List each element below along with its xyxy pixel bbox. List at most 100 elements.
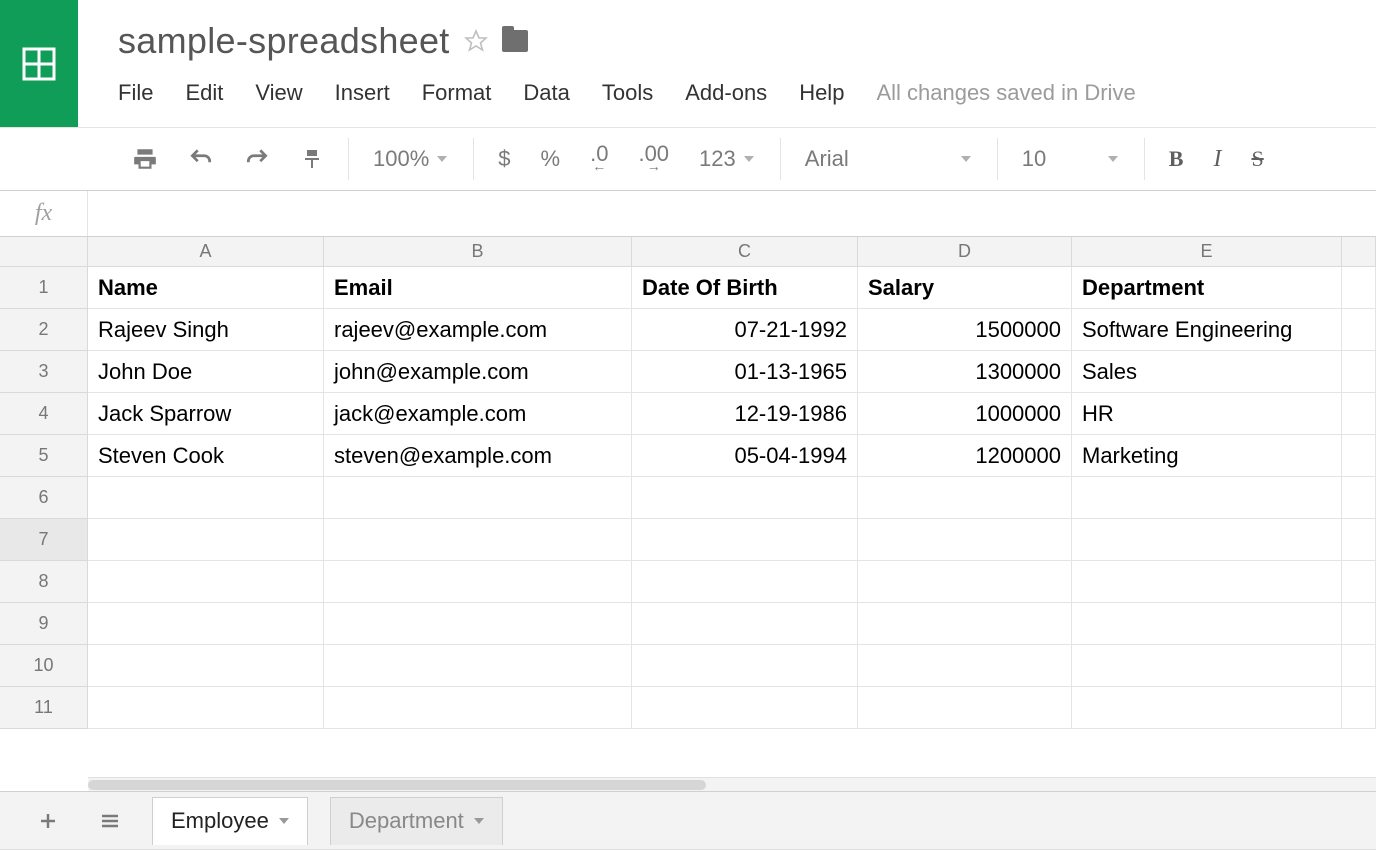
cell[interactable]: [88, 603, 324, 645]
row-header[interactable]: 2: [0, 309, 88, 351]
row-header[interactable]: 10: [0, 645, 88, 687]
cell[interactable]: [324, 561, 632, 603]
cell[interactable]: jack@example.com: [324, 393, 632, 435]
print-icon[interactable]: [126, 137, 164, 181]
row-header[interactable]: 5: [0, 435, 88, 477]
col-header-e[interactable]: E: [1072, 237, 1342, 267]
menu-view[interactable]: View: [255, 80, 302, 106]
col-header-a[interactable]: A: [88, 237, 324, 267]
cell[interactable]: [1072, 477, 1342, 519]
cell[interactable]: [632, 603, 858, 645]
select-all-corner[interactable]: [0, 237, 88, 267]
menu-data[interactable]: Data: [523, 80, 569, 106]
cell[interactable]: [632, 477, 858, 519]
font-dropdown[interactable]: Arial: [799, 137, 979, 181]
cell[interactable]: [1072, 603, 1342, 645]
cell[interactable]: [88, 519, 324, 561]
col-header-c[interactable]: C: [632, 237, 858, 267]
cell[interactable]: [1072, 519, 1342, 561]
cell[interactable]: [1342, 603, 1376, 645]
cell[interactable]: steven@example.com: [324, 435, 632, 477]
redo-icon[interactable]: [238, 137, 276, 181]
cell[interactable]: Department: [1072, 267, 1342, 309]
cell[interactable]: John Doe: [88, 351, 324, 393]
cell[interactable]: 1500000: [858, 309, 1072, 351]
cell[interactable]: [1342, 645, 1376, 687]
italic-button[interactable]: I: [1207, 137, 1227, 181]
undo-icon[interactable]: [182, 137, 220, 181]
cell[interactable]: Email: [324, 267, 632, 309]
cell[interactable]: [1342, 519, 1376, 561]
cell[interactable]: Sales: [1072, 351, 1342, 393]
number-format-dropdown[interactable]: 123: [693, 137, 762, 181]
cell[interactable]: [324, 687, 632, 729]
cell[interactable]: Steven Cook: [88, 435, 324, 477]
cell[interactable]: Name: [88, 267, 324, 309]
menu-format[interactable]: Format: [422, 80, 492, 106]
sheet-tab-department[interactable]: Department: [330, 797, 503, 845]
row-header[interactable]: 9: [0, 603, 88, 645]
cell[interactable]: HR: [1072, 393, 1342, 435]
menu-insert[interactable]: Insert: [335, 80, 390, 106]
menu-edit[interactable]: Edit: [185, 80, 223, 106]
menu-addons[interactable]: Add-ons: [685, 80, 767, 106]
cell[interactable]: [632, 645, 858, 687]
font-size-dropdown[interactable]: 10: [1016, 137, 1126, 181]
all-sheets-button[interactable]: [90, 801, 130, 841]
scrollbar-thumb[interactable]: [88, 780, 706, 790]
cell[interactable]: [1072, 645, 1342, 687]
cell[interactable]: [1342, 351, 1376, 393]
cell[interactable]: [88, 477, 324, 519]
cell[interactable]: [88, 561, 324, 603]
cell[interactable]: [858, 687, 1072, 729]
bold-button[interactable]: B: [1163, 137, 1190, 181]
cell[interactable]: [1342, 267, 1376, 309]
cell[interactable]: [632, 687, 858, 729]
cell[interactable]: [324, 477, 632, 519]
cell[interactable]: Date Of Birth: [632, 267, 858, 309]
cell[interactable]: [88, 645, 324, 687]
cell[interactable]: [632, 561, 858, 603]
col-header-d[interactable]: D: [858, 237, 1072, 267]
menu-tools[interactable]: Tools: [602, 80, 653, 106]
cell[interactable]: [858, 645, 1072, 687]
cell[interactable]: [1072, 561, 1342, 603]
cell[interactable]: 05-04-1994: [632, 435, 858, 477]
zoom-dropdown[interactable]: 100%: [367, 137, 455, 181]
cell[interactable]: [858, 519, 1072, 561]
cell[interactable]: [858, 561, 1072, 603]
cell[interactable]: [632, 519, 858, 561]
cell[interactable]: [324, 645, 632, 687]
cell[interactable]: 1200000: [858, 435, 1072, 477]
row-header[interactable]: 8: [0, 561, 88, 603]
cell[interactable]: rajeev@example.com: [324, 309, 632, 351]
col-header-extra[interactable]: [1342, 237, 1376, 267]
row-header[interactable]: 3: [0, 351, 88, 393]
cell[interactable]: 01-13-1965: [632, 351, 858, 393]
row-header[interactable]: 11: [0, 687, 88, 729]
cell[interactable]: Salary: [858, 267, 1072, 309]
cell[interactable]: Jack Sparrow: [88, 393, 324, 435]
cell[interactable]: 12-19-1986: [632, 393, 858, 435]
cell[interactable]: john@example.com: [324, 351, 632, 393]
document-title[interactable]: sample-spreadsheet: [118, 20, 450, 62]
cell[interactable]: [1342, 393, 1376, 435]
cell[interactable]: Marketing: [1072, 435, 1342, 477]
percent-button[interactable]: %: [535, 137, 567, 181]
row-header[interactable]: 6: [0, 477, 88, 519]
currency-button[interactable]: $: [492, 137, 516, 181]
star-icon[interactable]: [464, 29, 488, 53]
cell[interactable]: [858, 477, 1072, 519]
cell[interactable]: [1072, 687, 1342, 729]
cell[interactable]: [1342, 435, 1376, 477]
decrease-decimal-button[interactable]: .0 ←: [584, 137, 614, 181]
cell[interactable]: [1342, 309, 1376, 351]
sheet-tab-employee[interactable]: Employee: [152, 797, 308, 845]
row-header[interactable]: 4: [0, 393, 88, 435]
strike-button[interactable]: S: [1245, 137, 1269, 181]
cell[interactable]: 1000000: [858, 393, 1072, 435]
sheets-logo[interactable]: [0, 0, 78, 127]
menu-help[interactable]: Help: [799, 80, 844, 106]
increase-decimal-button[interactable]: .00 →: [632, 137, 675, 181]
move-folder-icon[interactable]: [502, 30, 528, 52]
